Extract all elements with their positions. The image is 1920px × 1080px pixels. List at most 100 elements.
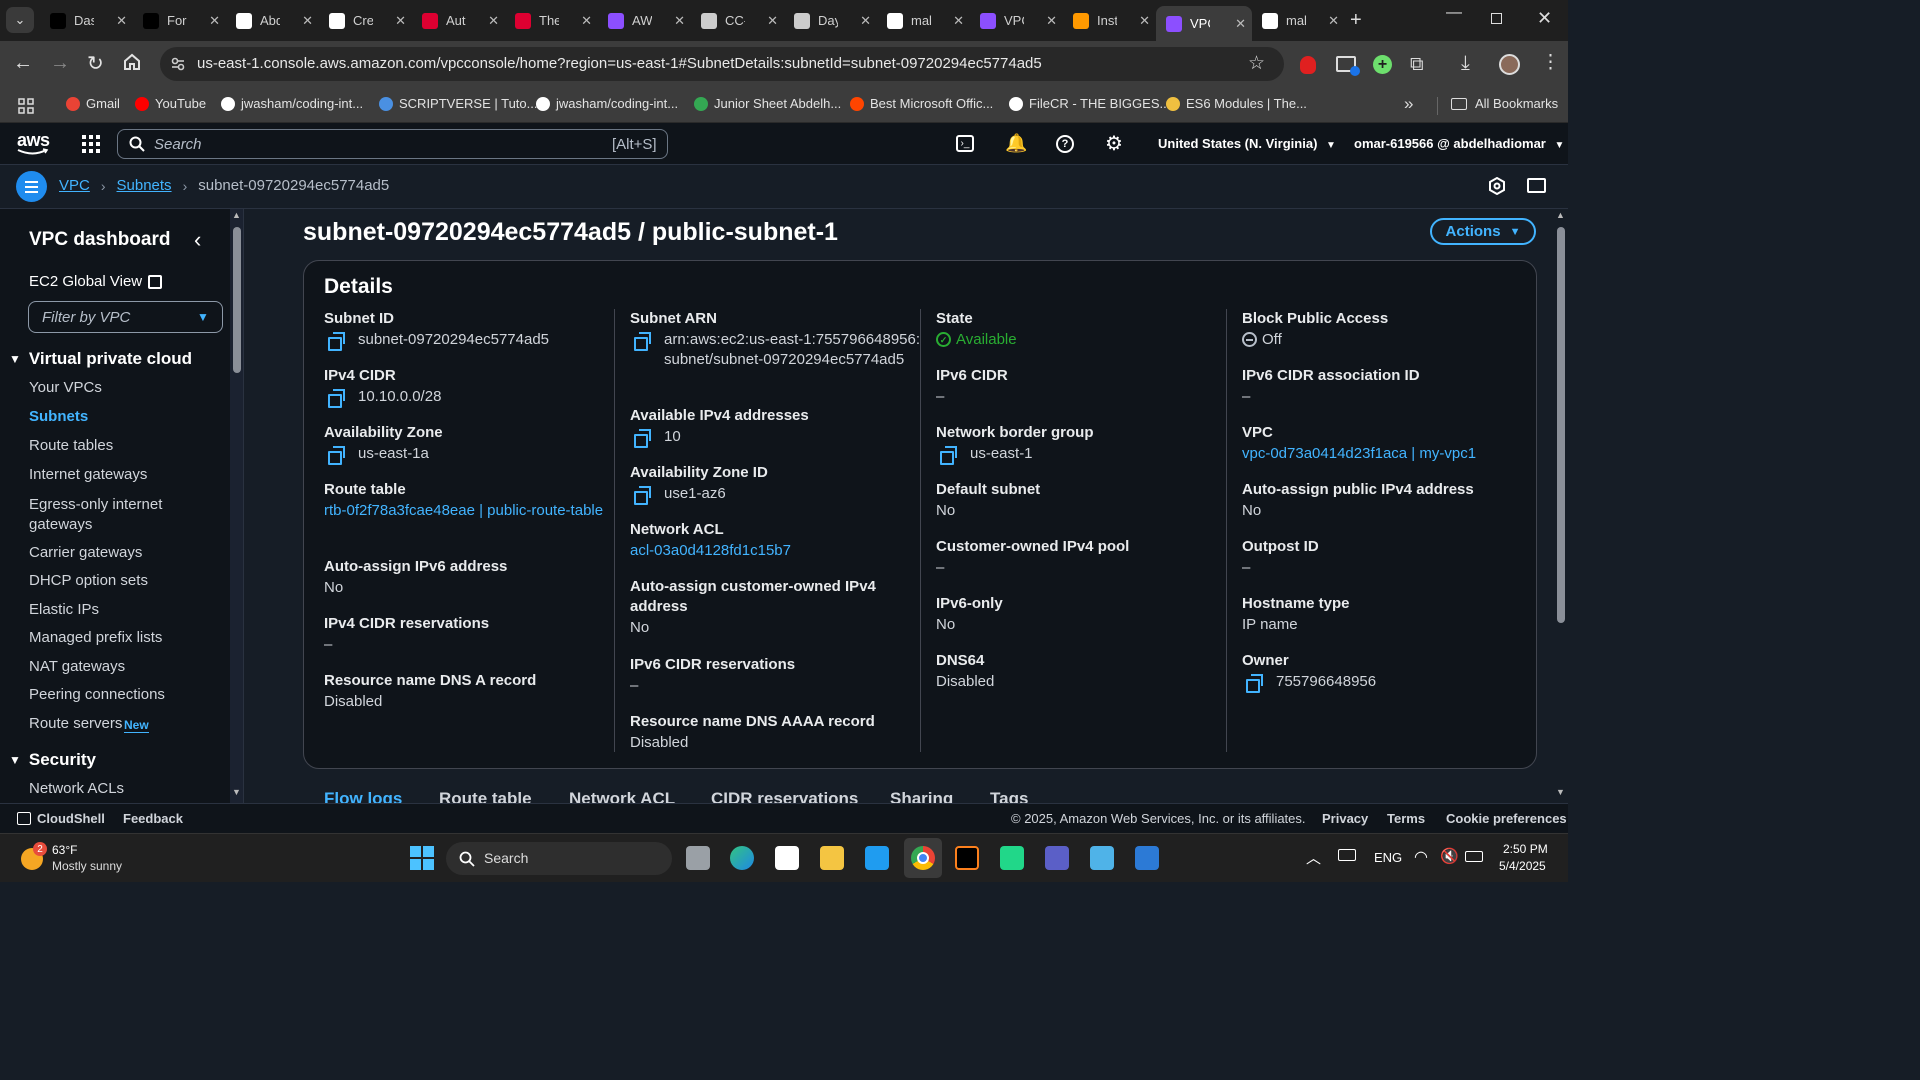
scroll-up-arrow-icon[interactable]: ▲ <box>232 210 241 220</box>
tray-overflow-icon[interactable]: ︿ <box>1306 847 1321 868</box>
sidebar-item-network-acls[interactable]: Network ACLs <box>29 780 124 797</box>
apps-grid-icon[interactable] <box>18 98 34 114</box>
more-bookmarks-icon[interactable]: » <box>1404 94 1413 114</box>
tab-close-icon[interactable]: ✕ <box>1046 13 1057 29</box>
sidebar-item-managed-prefix-lists[interactable]: Managed prefix lists <box>29 629 162 646</box>
section-vpc-header[interactable]: ▼ Virtual private cloud <box>9 349 192 369</box>
copy-icon[interactable] <box>634 332 652 351</box>
notepad-icon[interactable] <box>1090 846 1114 870</box>
volume-muted-icon[interactable]: 🔇 <box>1440 847 1459 865</box>
sidebar-title[interactable]: VPC dashboard <box>29 229 170 251</box>
collapse-sidebar-icon[interactable]: ‹ <box>194 227 201 253</box>
bookmark-item[interactable]: jwasham/coding-int... <box>221 96 363 111</box>
sidebar-item-internet-gateways[interactable]: Internet gateways <box>29 466 147 483</box>
browser-tab[interactable]: VPC ✕ <box>1156 6 1252 41</box>
extension-red-icon[interactable] <box>1300 56 1316 74</box>
tab-close-icon[interactable]: ✕ <box>860 13 871 29</box>
scroll-up-arrow-icon[interactable]: ▲ <box>1556 210 1565 220</box>
battery-icon[interactable] <box>1465 851 1483 862</box>
bookmark-item[interactable]: jwasham/coding-int... <box>536 96 678 111</box>
new-tab-icon[interactable]: + <box>1350 9 1362 32</box>
extensions-puzzle-icon[interactable]: ⧉ <box>1410 54 1424 76</box>
browser-tab[interactable]: Forr ✕ <box>133 6 226 35</box>
field-link[interactable]: rtb-0f2f78a3fcae48eae | public-route-tab… <box>324 501 603 521</box>
tab-close-icon[interactable]: ✕ <box>488 13 499 29</box>
tab-search-icon[interactable]: ⌄ <box>6 7 34 33</box>
tab-close-icon[interactable]: ✕ <box>953 13 964 29</box>
actions-button[interactable]: Actions ▼ <box>1430 218 1536 245</box>
copy-icon[interactable] <box>328 446 346 465</box>
network-off-icon[interactable] <box>1338 849 1356 861</box>
tab-close-icon[interactable]: ✕ <box>767 13 778 29</box>
sidebar-item-your-vpcs[interactable]: Your VPCs <box>29 379 102 396</box>
field-link[interactable]: vpc-0d73a0414d23f1aca | my-vpc1 <box>1242 444 1476 464</box>
browser-tab[interactable]: Abd ✕ <box>226 6 319 35</box>
bookmark-item[interactable]: Best Microsoft Offic... <box>850 96 993 111</box>
chrome-icon[interactable] <box>904 838 942 878</box>
scrollbar-thumb[interactable] <box>233 227 241 373</box>
hexagon-settings-icon[interactable] <box>1488 176 1506 196</box>
cast-extension-icon[interactable] <box>1336 56 1360 76</box>
breadcrumb-subnets[interactable]: Subnets <box>117 177 172 194</box>
browser-tab[interactable]: Day ✕ <box>784 6 877 35</box>
tab-close-icon[interactable]: ✕ <box>674 13 685 29</box>
back-icon[interactable]: ← <box>13 52 33 75</box>
sidebar-item-subnets[interactable]: Subnets <box>29 408 88 425</box>
help-icon[interactable]: ? <box>1056 135 1074 153</box>
browser-tab[interactable]: mal ✕ <box>877 6 970 35</box>
tab-close-icon[interactable]: ✕ <box>302 13 313 29</box>
cloudshell-icon[interactable]: ›_ <box>956 135 974 152</box>
bookmark-item[interactable]: Gmail <box>66 96 120 111</box>
tab-close-icon[interactable]: ✕ <box>1328 13 1339 29</box>
account-menu[interactable]: omar-619566 @ abdelhadiomar ▼ <box>1354 136 1564 151</box>
tab-close-icon[interactable]: ✕ <box>1235 16 1246 32</box>
copy-icon[interactable] <box>634 429 652 448</box>
bookmark-item[interactable]: Junior Sheet Abdelh... <box>694 96 841 111</box>
download-icon[interactable]: ⤓ <box>1461 52 1470 75</box>
tab-network-acl[interactable]: Network ACL <box>569 789 675 803</box>
ec2-global-view-link[interactable]: EC2 Global View <box>29 273 163 290</box>
task-view-icon[interactable] <box>686 846 710 870</box>
tab-close-icon[interactable]: ✕ <box>116 13 127 29</box>
display-panel-icon[interactable] <box>1527 178 1546 193</box>
scroll-down-arrow-icon[interactable]: ▼ <box>1556 787 1565 797</box>
sidebar-item-elastic-ips[interactable]: Elastic IPs <box>29 601 99 618</box>
services-grid-icon[interactable] <box>82 135 100 153</box>
bookmark-star-icon[interactable]: ☆ <box>1248 52 1265 75</box>
browser-menu-icon[interactable]: ⋮ <box>1541 51 1560 74</box>
language-indicator[interactable]: ENG <box>1374 850 1402 865</box>
copy-icon[interactable] <box>1246 674 1264 693</box>
copy-icon[interactable] <box>634 486 652 505</box>
browser-tab[interactable]: Cre ✕ <box>319 6 412 35</box>
tab-sharing[interactable]: Sharing <box>890 789 953 803</box>
cloudshell-button[interactable]: CloudShell <box>17 811 105 826</box>
windows-start-icon[interactable] <box>410 846 434 870</box>
sidebar-item-dhcp-option-sets[interactable]: DHCP option sets <box>29 572 148 589</box>
forward-icon[interactable]: → <box>50 52 70 75</box>
sidebar-scrollbar[interactable]: ▲ ▼ <box>230 209 243 803</box>
clock-time[interactable]: 2:50 PM <box>1503 842 1548 856</box>
url-text[interactable]: us-east-1.console.aws.amazon.com/vpccons… <box>197 55 1042 72</box>
feedback-link[interactable]: Feedback <box>123 811 183 826</box>
site-info-icon[interactable] <box>170 56 186 72</box>
weather-widget[interactable]: 2 63°F Mostly sunny <box>21 842 131 876</box>
address-bar[interactable]: us-east-1.console.aws.amazon.com/vpccons… <box>160 47 1284 81</box>
file-explorer-icon[interactable] <box>820 846 844 870</box>
sidebar-item-nat-gateways[interactable]: NAT gateways <box>29 658 125 675</box>
tab-route-table[interactable]: Route table <box>439 789 532 803</box>
browser-tab[interactable]: The ✕ <box>505 6 598 35</box>
restore-icon[interactable] <box>1491 13 1502 24</box>
browser-tab[interactable]: mal ✕ <box>1252 6 1345 35</box>
browser-tab[interactable]: Aut ✕ <box>412 6 505 35</box>
bookmark-item[interactable]: YouTube <box>135 96 206 111</box>
bookmark-item[interactable]: FileCR - THE BIGGES... <box>1009 96 1170 111</box>
taskbar-search[interactable]: Search <box>446 842 672 875</box>
cookie-preferences-link[interactable]: Cookie preferences <box>1446 811 1567 826</box>
terms-link[interactable]: Terms <box>1387 811 1425 826</box>
tab-flow-logs[interactable]: Flow logs <box>324 789 402 803</box>
tab-close-icon[interactable]: ✕ <box>581 13 592 29</box>
scrollbar-thumb[interactable] <box>1557 227 1565 623</box>
teams-icon[interactable] <box>1045 846 1069 870</box>
sidebar-item-egress-only-internet-gateways[interactable]: Egress-only internet gateways <box>29 495 189 535</box>
minimize-icon[interactable]: — <box>1446 4 1462 22</box>
